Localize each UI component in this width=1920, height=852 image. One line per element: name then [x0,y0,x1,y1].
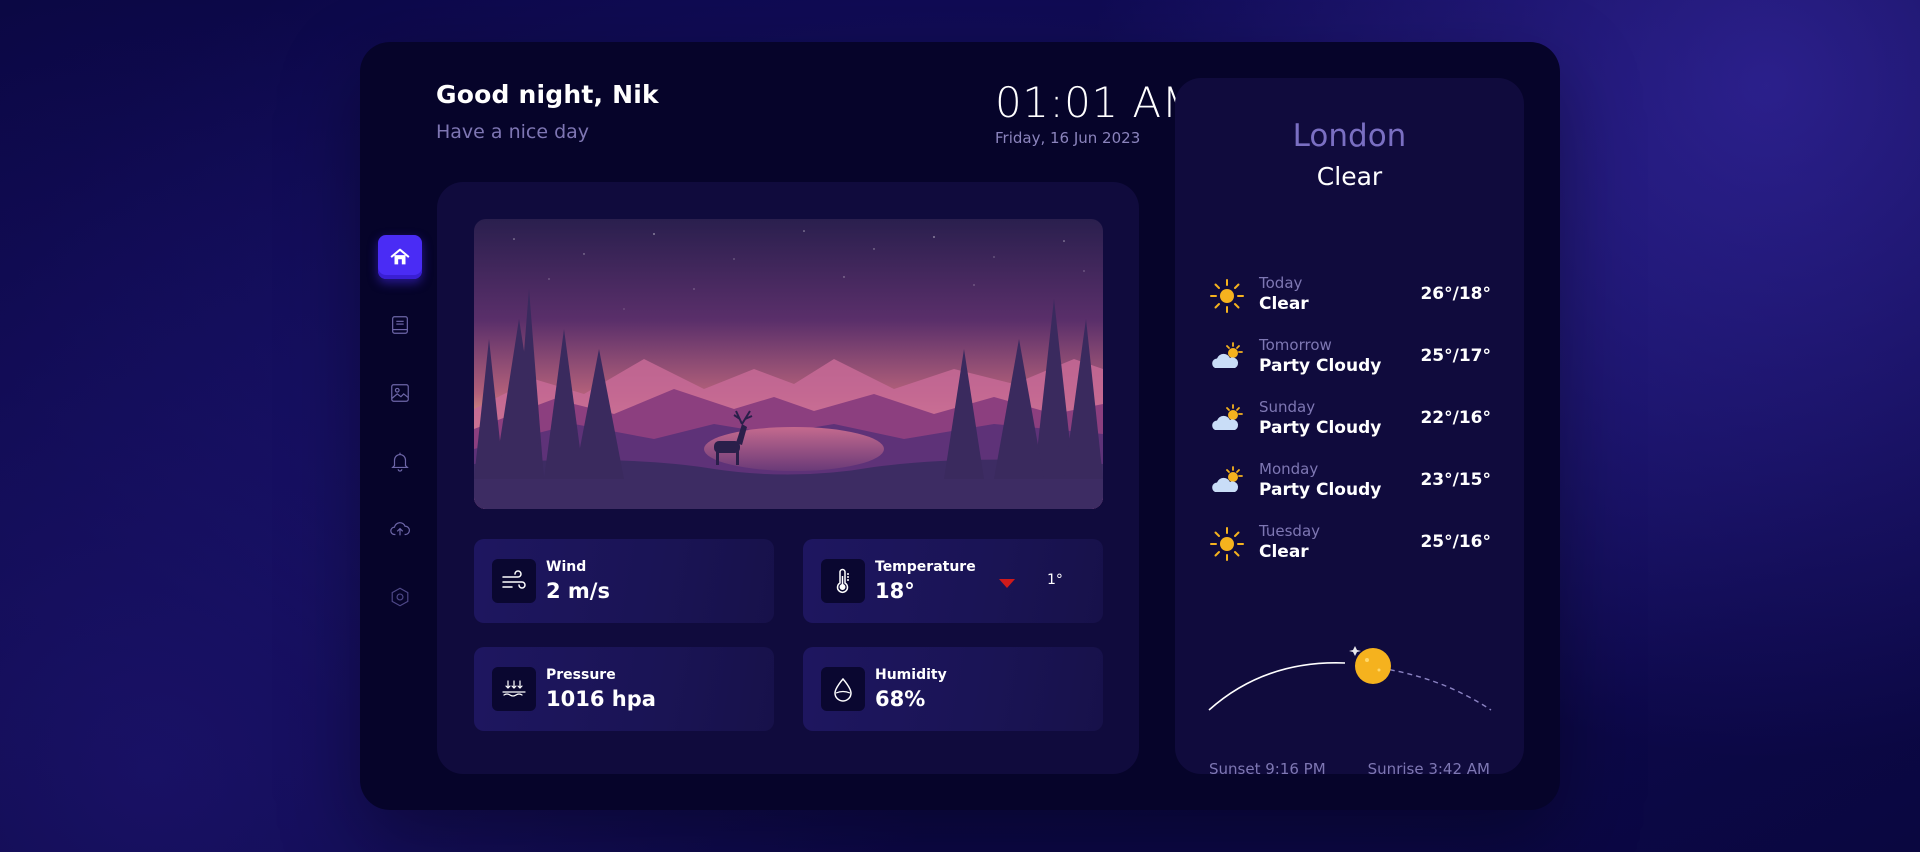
sun-arc [1208,646,1492,711]
city-name: London [1292,118,1407,154]
forecast-row: Sunday Party Cloudy 22°/16° [1209,398,1491,446]
sidebar-item-gallery[interactable] [378,371,422,415]
wind-label: Wind [546,559,587,575]
pressure-label: Pressure [546,667,616,683]
image-icon [391,384,409,402]
forecast-description: Party Cloudy [1259,418,1382,438]
hexagon-settings-icon [391,587,409,607]
sidebar-item-notifications[interactable] [378,439,422,483]
wind-card: Wind 2 m/s [474,539,774,623]
home-icon [390,248,410,265]
greeting-title: Good night, Nik [436,80,659,109]
trend-down-icon [999,579,1015,588]
thermometer-icon [836,568,849,594]
current-date: Friday, 16 Jun 2023 [995,129,1141,147]
temperature-card: Temperature 18° 1° [803,539,1103,623]
humidity-value: 68% [875,687,926,711]
sun-position-icon [1355,648,1391,684]
forecast-temperature: 25°/16° [1420,532,1491,552]
sidebar-item-settings[interactable] [378,575,422,619]
sidebar [378,235,422,643]
sidebar-item-book[interactable] [378,303,422,347]
temperature-label: Temperature [875,559,976,575]
current-condition: Clear [1316,162,1383,191]
temperature-change: 1° [1047,572,1063,588]
landscape-illustration [474,219,1103,509]
wind-icon-box [492,559,536,603]
pressure-card: Pressure 1016 hpa [474,647,774,731]
forecast-day: Monday [1259,460,1319,478]
sidebar-item-upload[interactable] [378,507,422,551]
humidity-card: Humidity 68% [803,647,1103,731]
greeting-block: Good night, Nik Have a nice day [436,80,659,143]
forecast-description: Party Cloudy [1259,356,1382,376]
bell-icon [391,452,409,472]
book-icon [392,316,408,334]
pressure-value: 1016 hpa [546,687,656,711]
forecast-day: Sunday [1259,398,1316,416]
forecast-day: Tomorrow [1259,336,1332,354]
forecast-row: Monday Party Cloudy 23°/15° [1209,460,1491,508]
wind-icon [502,570,526,589]
sun-icon [1209,278,1245,314]
clock: 01:01 AM Friday, 16 Jun 2023 [995,78,1205,147]
droplet-icon [834,677,852,702]
temperature-value: 18° [875,579,915,603]
forecast-temperature: 23°/15° [1420,470,1491,490]
humidity-label: Humidity [875,667,947,683]
forecast-day: Tuesday [1259,522,1321,540]
forecast-panel: London Clear Today Clear 26°/18° Tomorrow Pa… [1175,78,1524,778]
forecast-temperature: 25°/17° [1420,346,1491,366]
pressure-icon [502,680,526,697]
partly-cloudy-icon [1209,402,1245,438]
current-time: 01:01 AM [995,78,1199,127]
forecast-description: Clear [1259,294,1309,314]
sunrise-time: Sunrise 3:42 AM [1367,760,1490,778]
partly-cloudy-icon [1209,464,1245,500]
forecast-row: Tuesday Clear 25°/16° [1209,522,1491,570]
forecast-day: Today [1259,274,1303,292]
droplet-icon-box [821,667,865,711]
forecast-row: Today Clear 26°/18° [1209,274,1491,322]
forecast-temperature: 26°/18° [1420,284,1491,304]
sunset-time: Sunset 9:16 PM [1209,760,1326,778]
forecast-temperature: 22°/16° [1420,408,1491,428]
thermometer-icon-box [821,559,865,603]
wind-value: 2 m/s [546,579,610,603]
pressure-icon-box [492,667,536,711]
sun-icon [1209,526,1245,562]
cloud-upload-icon [390,522,410,536]
partly-cloudy-icon [1209,340,1245,376]
weather-dashboard: Good night, Nik Have a nice day 01:01 AM… [360,42,1560,810]
greeting-subtitle: Have a nice day [436,121,590,143]
forecast-description: Clear [1259,542,1309,562]
sidebar-item-home[interactable] [378,235,422,279]
forecast-description: Party Cloudy [1259,480,1382,500]
forecast-row: Tomorrow Party Cloudy 25°/17° [1209,336,1491,384]
main-panel: Wind 2 m/s Temperature 18° 1° Pressure 1… [437,182,1139,774]
